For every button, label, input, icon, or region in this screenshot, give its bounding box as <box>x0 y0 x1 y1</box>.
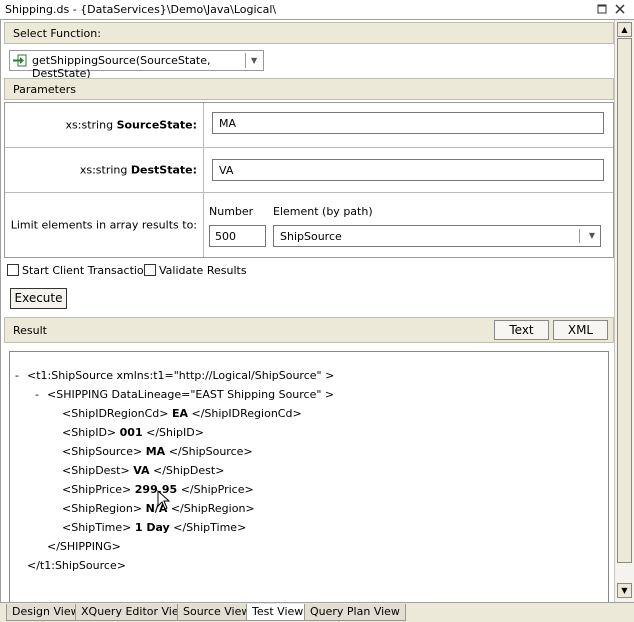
xml-open-tag: <ShipTime> <box>62 521 132 534</box>
source-state-label: xs:string SourceState: <box>66 119 197 132</box>
param-label-cell: Limit elements in array results to: <box>5 193 204 257</box>
xml-open-tag: <ShipIDRegionCd> <box>62 407 169 420</box>
function-select[interactable]: getShippingSource(SourceState, DestState… <box>9 50 264 80</box>
source-state-name: SourceState: <box>116 118 197 132</box>
xml-element-row: <ShipTime> 1 Day </ShipTime> <box>62 521 246 534</box>
xml-open-tag: <SHIPPING DataLineage="EAST Shipping Sou… <box>47 388 335 401</box>
param-label-cell: xs:string SourceState: <box>5 103 204 147</box>
xml-open-tag: <t1:ShipSource xmlns:t1="http://Logical/… <box>27 369 335 382</box>
element-path-label: Element (by path) <box>273 205 373 218</box>
parameters-header: Parameters <box>4 78 614 100</box>
select-function-header: Select Function: <box>4 22 614 44</box>
collapse-toggle[interactable]: - <box>35 388 39 401</box>
scrollbar-thumb[interactable] <box>617 38 632 563</box>
chevron-down-icon[interactable]: ▼ <box>589 231 595 240</box>
tab-source-view[interactable]: Source View <box>177 604 257 621</box>
result-label: Result <box>13 324 47 337</box>
source-state-input[interactable]: MA <box>212 112 604 134</box>
xml-element-row: <ShipDest> VA </ShipDest> <box>62 464 224 477</box>
element-select-divider <box>579 229 580 243</box>
function-select-value: getShippingSource(SourceState, DestState… <box>32 54 211 80</box>
tab-xquery-editor-view[interactable]: XQuery Editor View <box>75 604 194 621</box>
xml-element-row: <ShipSource> MA </ShipSource> <box>62 445 253 458</box>
param-label-cell: xs:string DestState: <box>5 148 204 192</box>
xml-open-tag: <ShipRegion> <box>62 502 143 515</box>
xml-open-tag: <ShipPrice> <box>62 483 132 496</box>
text-view-button[interactable]: Text <box>494 320 549 340</box>
limit-label: Limit elements in array results to: <box>10 218 197 232</box>
xml-close-tag: </ShipTime> <box>173 521 247 534</box>
function-run-icon <box>13 54 27 67</box>
xml-close-tag: </ShipIDRegionCd> <box>191 407 302 420</box>
view-tabs: Design View XQuery Editor View Source Vi… <box>0 602 634 622</box>
xml-value: EA <box>171 407 188 420</box>
param-row-dest-state: xs:string DestState: VA <box>5 148 613 193</box>
xml-value: MA <box>145 445 166 458</box>
start-client-transaction-checkbox[interactable] <box>7 264 19 276</box>
result-xml-panel: - <t1:ShipSource xmlns:t1="http://Logica… <box>9 351 609 602</box>
mouse-pointer-icon <box>157 489 171 510</box>
dest-state-name: DestState: <box>130 163 197 177</box>
limit-number-input[interactable]: 500 <box>209 225 266 247</box>
test-view-panel: Select Function: getShippingSource(Sourc… <box>0 20 614 602</box>
xml-view-button[interactable]: XML <box>553 320 608 340</box>
function-select-divider <box>245 53 246 68</box>
number-label: Number <box>209 205 254 218</box>
start-client-transaction-label: Start Client Transaction <box>22 264 151 277</box>
close-icon[interactable] <box>614 3 626 15</box>
select-function-label: Select Function: <box>13 27 101 40</box>
parameters-label: Parameters <box>13 83 76 96</box>
xml-open-tag: <ShipDest> <box>62 464 130 477</box>
element-path-select[interactable]: ShipSource ▼ <box>273 225 601 247</box>
window-title-bar: Shipping.ds - {DataServices}\Demo\Java\L… <box>0 0 634 20</box>
dest-state-input[interactable]: VA <box>212 159 604 181</box>
xml-close-tag: </ShipDest> <box>153 464 225 477</box>
source-state-type: xs:string <box>65 118 117 132</box>
tab-query-plan-view[interactable]: Query Plan View <box>304 604 406 621</box>
param-row-source-state: xs:string SourceState: MA <box>5 103 613 148</box>
scroll-up-icon[interactable]: ▲ <box>617 22 632 37</box>
dest-state-type: xs:string <box>79 163 131 177</box>
xml-open-tag: <ShipSource> <box>62 445 143 458</box>
xml-element-row: <ShipID> 001 </ShipID> <box>62 426 204 439</box>
xml-element-row: <ShipIDRegionCd> EA </ShipIDRegionCd> <box>62 407 302 420</box>
vertical-scrollbar[interactable]: ▲ ▼ <box>614 20 634 602</box>
xml-close-tag: </ShipSource> <box>168 445 253 458</box>
execute-button[interactable]: Execute <box>10 288 67 309</box>
window-title: Shipping.ds - {DataServices}\Demo\Java\L… <box>5 3 277 16</box>
collapse-toggle[interactable]: - <box>15 369 19 382</box>
maximize-icon[interactable] <box>596 3 608 15</box>
xml-value: 1 Day <box>134 521 170 534</box>
tab-design-view[interactable]: Design View <box>6 604 86 621</box>
xml-close-tag: </t1:ShipSource> <box>27 559 126 572</box>
xml-value: VA <box>133 464 150 477</box>
xml-close-tag: </ShipID> <box>146 426 204 439</box>
element-path-value: ShipSource <box>280 230 342 243</box>
xml-open-tag: <ShipID> <box>62 426 117 439</box>
xml-close-tag: </ShipPrice> <box>180 483 254 496</box>
scroll-down-icon[interactable]: ▼ <box>617 583 632 598</box>
xml-close-tag: </SHIPPING> <box>47 540 121 553</box>
validate-results-checkbox[interactable] <box>144 264 156 276</box>
result-header: Result Text XML <box>4 317 614 343</box>
chevron-down-icon[interactable]: ▼ <box>251 56 257 65</box>
tab-test-view[interactable]: Test View <box>246 604 310 621</box>
xml-close-tag: </ShipRegion> <box>170 502 255 515</box>
xml-value: 001 <box>119 426 143 439</box>
validate-results-label: Validate Results <box>159 264 247 277</box>
dest-state-label: xs:string DestState: <box>80 164 197 177</box>
